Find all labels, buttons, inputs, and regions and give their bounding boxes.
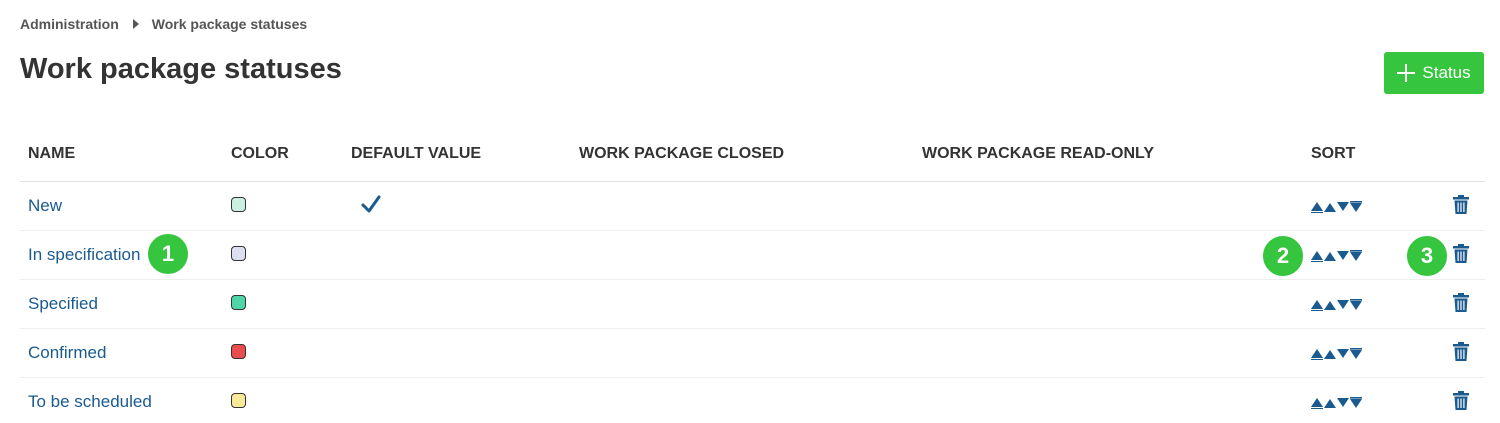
column-header-default-value: DEFAULT VALUE [351, 145, 482, 162]
sort-controls [1311, 298, 1362, 316]
callout-badge-3: 3 [1405, 234, 1449, 278]
table-row: To be scheduled [20, 378, 1485, 423]
move-to-top-icon[interactable] [1311, 249, 1323, 267]
move-to-top-icon[interactable] [1311, 347, 1323, 365]
table-header: NAME COLOR DEFAULT VALUE WORK PACKAGE CL… [20, 133, 1485, 182]
move-to-top-icon[interactable] [1311, 200, 1323, 218]
move-to-bottom-icon[interactable] [1350, 396, 1362, 414]
sort-controls [1311, 249, 1362, 267]
column-header-work-package-read-only: WORK PACKAGE READ-ONLY [922, 145, 1155, 162]
table-row: New [20, 182, 1485, 231]
move-down-icon[interactable] [1337, 298, 1349, 316]
move-to-top-icon[interactable] [1311, 396, 1323, 414]
move-down-icon[interactable] [1337, 249, 1349, 267]
move-down-icon[interactable] [1337, 396, 1349, 414]
breadcrumb: Administration Work package statuses [20, 16, 307, 32]
name-cell: To be scheduled [28, 378, 152, 423]
move-to-bottom-icon[interactable] [1350, 249, 1362, 267]
color-swatch [231, 295, 246, 310]
column-header-name[interactable]: NAME [28, 145, 75, 163]
status-name-link[interactable]: Specified [28, 294, 98, 314]
name-cell: New [28, 182, 62, 230]
page-title: Work package statuses [20, 53, 342, 85]
name-cell: Confirmed [28, 329, 106, 377]
callout-badge-1: 1 [146, 232, 190, 276]
add-status-label: Status [1422, 63, 1471, 82]
trash-icon[interactable] [1453, 244, 1469, 269]
color-swatch [231, 246, 246, 261]
move-up-icon[interactable] [1324, 298, 1336, 316]
move-down-icon[interactable] [1337, 200, 1349, 218]
table-row: Specified [20, 280, 1485, 329]
trash-icon[interactable] [1453, 342, 1469, 367]
color-swatch [231, 344, 246, 359]
column-header-color: COLOR [231, 145, 289, 162]
name-cell: In specification [28, 231, 140, 279]
status-name-link[interactable]: In specification [28, 245, 140, 265]
move-to-bottom-icon[interactable] [1350, 298, 1362, 316]
status-name-link[interactable]: Confirmed [28, 343, 106, 363]
sort-controls [1311, 347, 1362, 365]
caret-right-icon [132, 19, 139, 29]
trash-icon[interactable] [1453, 391, 1469, 416]
move-up-icon[interactable] [1324, 396, 1336, 414]
breadcrumb-root[interactable]: Administration [20, 16, 119, 32]
plus-icon [1397, 64, 1416, 82]
sort-controls [1311, 200, 1362, 218]
move-up-icon[interactable] [1324, 200, 1336, 218]
column-header-work-package-closed: WORK PACKAGE CLOSED [579, 145, 785, 162]
move-up-icon[interactable] [1324, 347, 1336, 365]
table-row: Confirmed [20, 329, 1485, 378]
statuses-table: NAME COLOR DEFAULT VALUE WORK PACKAGE CL… [20, 133, 1485, 423]
move-to-bottom-icon[interactable] [1350, 200, 1362, 218]
checkmark-icon [361, 194, 381, 219]
status-name-link[interactable]: New [28, 196, 62, 216]
breadcrumb-current: Work package statuses [151, 16, 308, 32]
sort-controls [1311, 396, 1362, 414]
move-up-icon[interactable] [1324, 249, 1336, 267]
move-down-icon[interactable] [1337, 347, 1349, 365]
move-to-top-icon[interactable] [1311, 298, 1323, 316]
add-status-button[interactable]: Status [1384, 52, 1484, 94]
move-to-bottom-icon[interactable] [1350, 347, 1362, 365]
color-swatch [231, 393, 246, 408]
callout-badge-2: 2 [1261, 234, 1305, 278]
name-cell: Specified [28, 280, 98, 328]
table-body: New In specification Specified Confirmed… [20, 182, 1485, 423]
status-name-link[interactable]: To be scheduled [28, 392, 152, 412]
column-header-sort: SORT [1311, 145, 1356, 162]
color-swatch [231, 197, 246, 212]
trash-icon[interactable] [1453, 293, 1469, 318]
trash-icon[interactable] [1453, 195, 1469, 220]
